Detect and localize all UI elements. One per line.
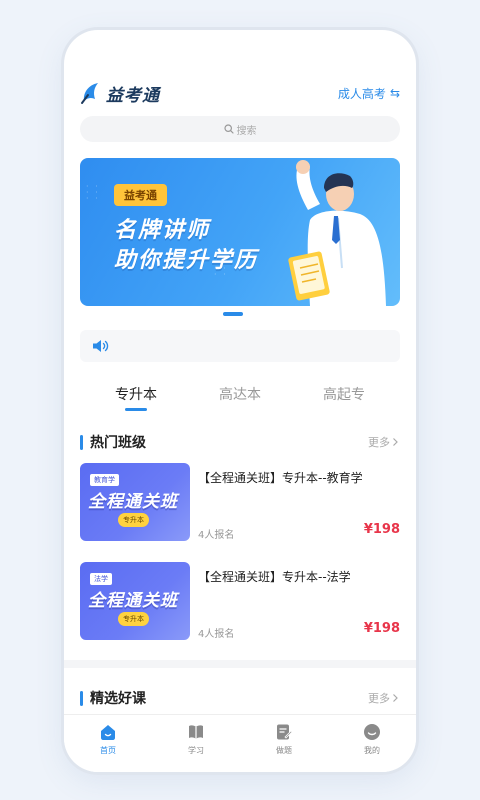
home-icon [101,725,115,740]
bottom-nav: 首页 学习 做题 我的 [64,714,416,772]
nav-label: 首页 [100,746,116,755]
tab-gaoqizhuan[interactable]: 高起专 [309,384,379,420]
level-tag: 专升本 [118,513,149,527]
more-link[interactable]: 更多 [368,434,400,450]
carousel-indicator[interactable] [223,312,243,316]
course-price: ¥198 [363,621,400,636]
banner-headline-1: 名牌讲师 [114,218,211,243]
thumb-title: 全程通关班 [88,492,178,512]
section-accent-bar [80,690,83,706]
chevron-right-icon [393,694,398,702]
banner-headline-2: 助你提升学历 [114,248,259,273]
level-tabs: 专升本 高达本 高起专 [64,384,416,420]
nav-study[interactable]: 学习 [166,723,226,772]
thumb-title: 全程通关班 [88,591,178,611]
course-card[interactable]: 教育学 全程通关班 专升本 【全程通关班】专升本--教育学 4人报名 ¥198 [80,463,400,543]
promo-banner[interactable]: · · · · · · · · · · 益考通 名牌讲师 助你提升学历 [80,158,400,306]
nav-label: 我的 [364,746,380,755]
course-title: 【全程通关班】专升本--法学 [198,570,351,584]
app-header: 益考通 成人高考 ⇆ [80,80,400,106]
section-title: 热门班级 [90,435,146,451]
subject-tag: 教育学 [90,474,119,486]
picked-courses-header: 精选好课 更多 [80,688,400,708]
enroll-count: 4人报名 [198,530,235,541]
banner-tag: 益考通 [114,184,167,206]
phone-frame: 益考通 成人高考 ⇆ 搜索 · · · · · · · · · · 益考通 名牌讲师 … [64,30,416,772]
chevron-right-icon [393,438,398,446]
more-link[interactable]: 更多 [368,690,400,706]
teacher-illustration [288,160,386,306]
speaker-icon [93,340,109,352]
level-tag: 专升本 [118,612,149,626]
nav-profile[interactable]: 我的 [342,723,402,772]
course-card[interactable]: 法学 全程通关班 专升本 【全程通关班】专升本--法学 4人报名 ¥198 [80,562,400,642]
nav-practice[interactable]: 做题 [254,723,314,772]
search-icon [223,124,234,134]
exam-type-label: 成人高考 [337,86,386,101]
decor-dots: · · · · · · [86,182,100,203]
hot-classes-header: 热门班级 更多 [80,432,400,452]
search-placeholder: 搜索 [236,125,257,137]
edit-icon [277,724,293,740]
app-logo: 益考通 [80,81,160,106]
course-thumbnail: 教育学 全程通关班 专升本 [80,463,190,541]
tab-gaodaben[interactable]: 高达本 [205,384,275,420]
subject-tag: 法学 [90,573,112,585]
section-title: 精选好课 [90,691,146,707]
exam-type-switch[interactable]: 成人高考 ⇆ [338,85,400,102]
book-icon [189,725,203,739]
search-bar[interactable]: 搜索 [80,116,400,142]
tab-zhuanshengben[interactable]: 专升本 [101,384,171,420]
nav-label: 做题 [276,746,292,755]
section-accent-bar [80,434,83,450]
course-title: 【全程通关班】专升本--教育学 [198,471,363,485]
logo-icon [80,81,102,105]
announcement-bar[interactable] [80,330,400,362]
nav-label: 学习 [188,746,204,755]
course-thumbnail: 法学 全程通关班 专升本 [80,562,190,640]
swap-icon: ⇆ [389,86,400,100]
nav-home[interactable]: 首页 [78,723,138,772]
enroll-count: 4人报名 [198,629,235,640]
profile-icon [364,724,380,740]
section-divider [64,660,416,668]
course-price: ¥198 [363,522,400,537]
logo-text: 益考通 [106,85,160,106]
